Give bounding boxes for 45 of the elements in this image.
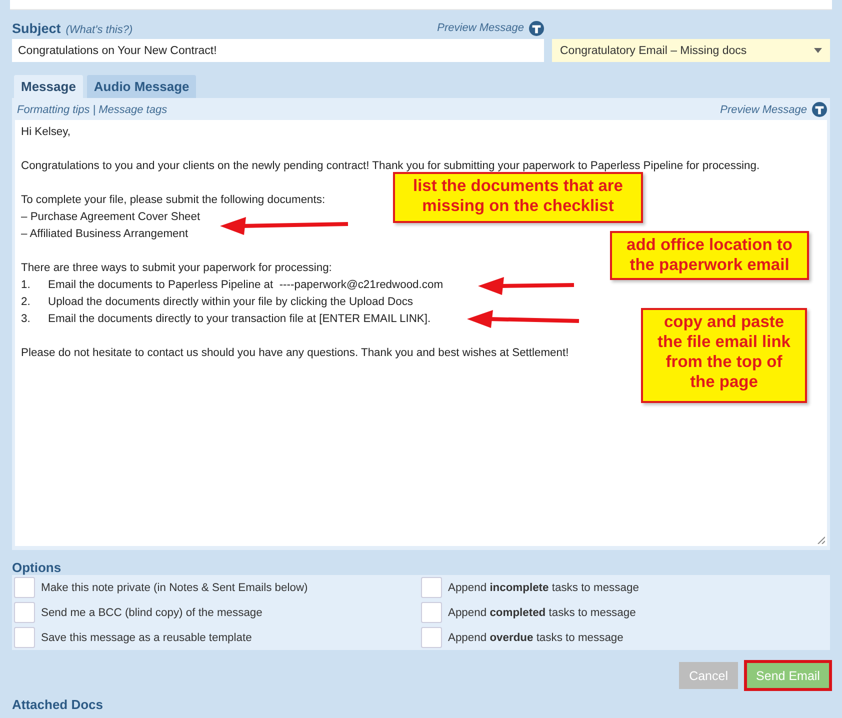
help-link[interactable]: (What's this?)	[66, 24, 133, 36]
checkbox[interactable]	[421, 627, 442, 648]
preview-icon[interactable]	[812, 102, 827, 117]
checkbox[interactable]	[14, 602, 35, 623]
message-tags-link[interactable]: Message tags	[98, 104, 168, 116]
preview-message-link[interactable]: Preview Message	[720, 104, 807, 116]
message-line: Email the documents to Paperless Pipeline at ----paperwork@c21redwood.com	[48, 278, 444, 293]
checkbox[interactable]	[14, 627, 35, 648]
message-line: There are three ways to submit your paperwork for processing:	[21, 261, 332, 276]
formatting-tips-link[interactable]: Formatting tips	[17, 104, 90, 116]
message-line: Hi Kelsey,	[21, 125, 71, 140]
template-dropdown[interactable]: Congratulatory Email – Missing docs	[552, 39, 830, 62]
annotation-callout: list the documents that are missing on the checklist	[393, 172, 643, 223]
resize-handle-icon[interactable]	[817, 536, 825, 544]
separator: |	[92, 104, 96, 116]
list-number: 3.	[21, 312, 32, 327]
preview-message-link[interactable]: Preview Message	[437, 22, 524, 34]
annotation-callout: copy and paste the file email link from the top of the page	[641, 308, 807, 403]
message-line: To complete your file, please submit the following documents:	[21, 193, 326, 208]
option-label: Make this note private (in Notes & Sent Emails below)	[41, 582, 308, 594]
preview-icon[interactable]	[529, 20, 544, 36]
subject-field[interactable]: Congratulations on Your New Contract!	[12, 39, 544, 62]
message-line: Upload the documents directly within your file by clicking the Upload Docs	[48, 295, 414, 310]
option-label: Append overdue tasks to message	[448, 632, 624, 644]
message-line: Email the documents directly to your transaction file at [ENTER EMAIL LINK].	[48, 312, 431, 327]
checkbox[interactable]	[14, 577, 35, 598]
option-label: Append completed tasks to message	[448, 606, 636, 618]
option-label: Append incomplete tasks to message	[448, 582, 639, 594]
message-line: Congratulations to you and your clients on the newly pending contract! Thank you for submitting your paperwork to Paperless Pipeline for processing.	[21, 159, 760, 174]
checkbox[interactable]	[421, 577, 442, 598]
checkbox[interactable]	[421, 602, 442, 623]
option-label: Save this message as a reusable template	[41, 632, 252, 644]
options-heading: Options	[12, 560, 62, 575]
annotation-callout: add office location to the paperwork email	[610, 231, 809, 280]
tab[interactable]: Message	[14, 75, 83, 98]
subject-label: Subject	[12, 20, 61, 36]
message-line: Please do not hesitate to contact us should you have any questions. Thank you and best wishes at Settlement!	[21, 346, 569, 361]
attached-docs-heading: Attached Docs	[12, 697, 104, 712]
list-number: 2.	[21, 295, 32, 310]
option-label: Send me a BCC (blind copy) of the message	[41, 606, 262, 618]
message-line: – Affiliated Business Arrangement	[21, 227, 188, 242]
caret-icon	[814, 48, 822, 53]
message-line: – Purchase Agreement Cover Sheet	[21, 210, 200, 225]
tab[interactable]: Audio Message	[86, 75, 196, 98]
list-number: 1.	[21, 278, 32, 293]
